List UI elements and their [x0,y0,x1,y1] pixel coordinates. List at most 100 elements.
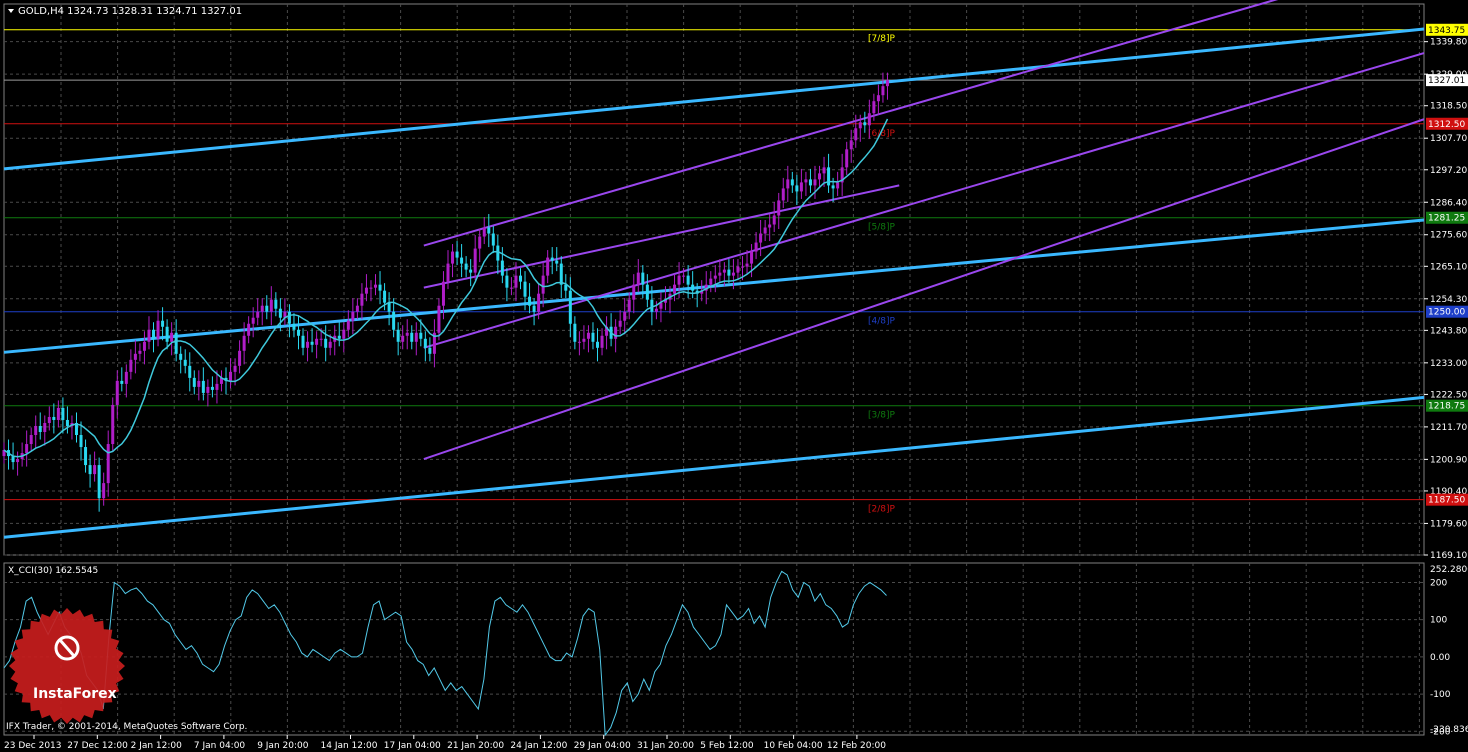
candle-body [781,188,785,201]
candle-body [799,182,803,192]
candle-body [387,302,391,312]
candle-body [256,311,260,318]
candle-body [641,272,645,285]
candle-body [487,227,491,234]
x-tick-label: 14 Jan 12:00 [321,741,378,751]
candle-body [845,149,849,168]
candle-body [201,380,205,393]
candle-body [559,263,563,285]
candle-body [473,248,477,273]
candle-body [328,341,332,348]
channel-mid[interactable] [423,52,1425,349]
level-price-text: 1250.00 [1428,308,1465,318]
cci-y-tick-label: -100 [1430,690,1451,700]
candle-body [265,305,269,312]
instaforex-logo[interactable] [9,608,125,724]
candle-body [754,242,758,252]
candle-body [822,167,826,174]
candle-body [600,335,604,348]
candle-body [831,185,835,189]
channel-mid2[interactable] [423,184,900,289]
candle-body [251,317,255,324]
candle-body [627,299,631,312]
current-price-text: 1327.01 [1428,76,1465,86]
candle-body [133,353,137,360]
candle-body [229,371,233,381]
candle-body [165,326,169,342]
candle-body [818,173,822,180]
y-tick-label: 1339.80 [1430,38,1467,48]
candle-body [174,332,178,354]
cci-y-tick-label: 0.00 [1430,653,1450,663]
candle-body [319,338,323,340]
candle-body [568,290,572,324]
cyan-line-1[interactable] [3,27,1425,171]
candle-body [867,113,871,126]
candle-body [337,335,341,339]
channel-upper[interactable] [423,0,1424,247]
candle-body [808,179,812,186]
candle-body [500,260,504,276]
candle-body [455,251,459,258]
candle-body [47,416,51,423]
candle-body [514,275,518,288]
candle-body [722,269,726,273]
candle-body [682,275,686,277]
candle-body [93,465,97,475]
candle-body [278,308,282,318]
candle-body [731,272,735,276]
dropdown-arrow-icon[interactable] [8,9,14,13]
candle-body [736,266,740,273]
candle-body [423,338,427,348]
candle-body [745,263,749,267]
cci-y-tick-label: 252.2806 [1430,565,1468,575]
candle-body [451,251,455,264]
x-tick-label: 10 Feb 04:00 [764,741,823,751]
candle-body [179,353,183,360]
candle-body [52,416,56,420]
candle-body [872,101,876,114]
candle-body [269,299,273,312]
metatrader-chart-window: 1339.801329.001318.501307.701297.201286.… [0,0,1468,752]
candle-body [152,329,156,339]
candle-body [197,380,201,387]
candle-body [858,122,862,129]
candle-body [138,350,142,354]
candle-body [713,275,717,279]
candle-body [56,407,60,420]
candle-body [102,483,106,499]
candle-body [247,323,251,336]
candle-body [156,320,160,339]
x-tick-label: 7 Jan 04:00 [194,741,246,751]
x-tick-label: 12 Feb 20:00 [827,741,886,751]
candle-body [410,332,414,342]
copyright-text: IFX Trader, © 2001-2014, MetaQuotes Soft… [6,722,247,732]
candle-body [582,338,586,342]
level-price-text: 1281.25 [1428,214,1465,224]
cyan-line-3[interactable] [3,395,1425,539]
x-tick-label: 29 Jan 04:00 [574,741,631,751]
cyan-line-2[interactable] [3,218,1425,354]
candle-body [804,179,808,183]
candle-body [650,299,654,312]
candle-body [79,435,83,448]
chart-canvas[interactable]: 1339.801329.001318.501307.701297.201286.… [0,0,1468,752]
candle-body [636,272,640,285]
candle-body [496,245,500,261]
candle-body [740,266,744,268]
candle-body [292,323,296,330]
candle-body [768,224,772,228]
level-price-text: 1312.50 [1428,120,1465,130]
candle-body [97,465,101,499]
x-tick-label: 31 Jan 20:00 [637,741,694,751]
candle-body [414,332,418,342]
candle-body [505,275,509,288]
y-tick-label: 1169.10 [1430,551,1467,561]
candle-body [301,335,305,348]
candle-body [161,320,165,327]
level-label: [5/8]P [868,223,896,233]
candle-body [369,287,373,289]
y-tick-label: 1307.70 [1430,134,1467,144]
x-tick-label: 17 Jan 04:00 [384,741,441,751]
candle-body [374,284,378,288]
